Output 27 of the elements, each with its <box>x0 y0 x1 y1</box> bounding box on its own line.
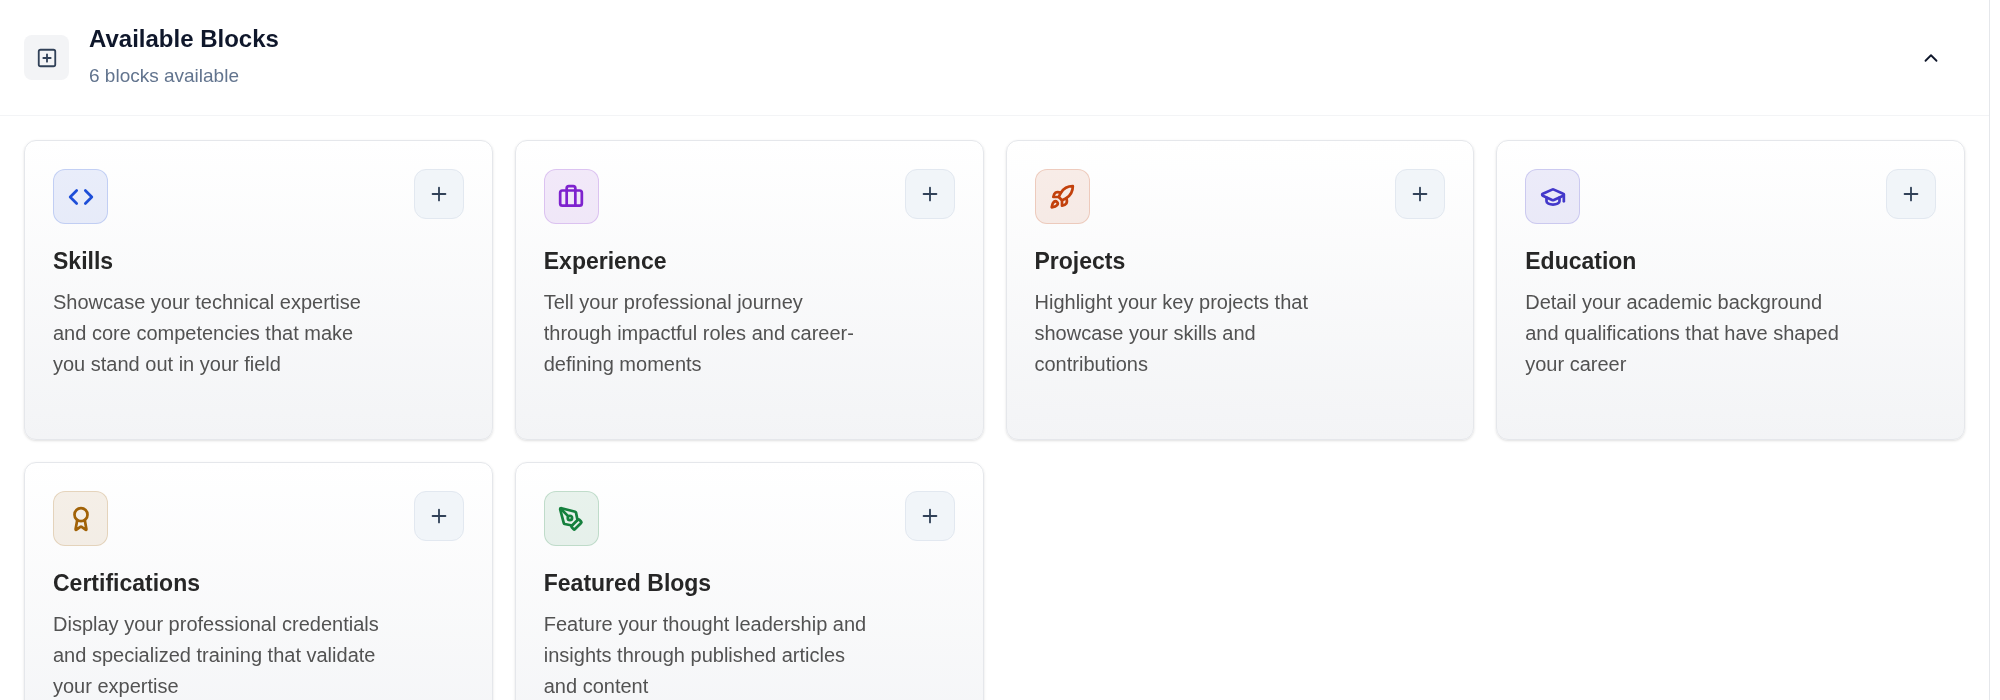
block-card[interactable]: Education Detail your academic background and qualifications that have shaped your career <box>1496 140 1965 440</box>
block-title: Projects <box>1034 247 1127 276</box>
block-title: Experience <box>543 247 668 276</box>
block-title: Certifications <box>53 569 201 598</box>
block-description: Tell your professional journey through impactful roles and career-defining moments <box>543 289 855 377</box>
block-count: 6 blocks available <box>89 64 240 89</box>
add-button[interactable] <box>413 169 464 219</box>
block-title: Featured Blogs <box>543 569 713 598</box>
block-card[interactable]: Featured Blogs Feature your thought leadership and insights through published articles and content <box>514 462 984 700</box>
add-button[interactable] <box>1886 169 1936 219</box>
block-description: Highlight your key projects that showcase your skills and contributions <box>1034 289 1309 377</box>
block-card[interactable]: Skills Showcase your technical expertise and core competencies that make you stand out in your field <box>24 140 493 440</box>
square-plus-icon <box>35 46 58 69</box>
block-description: Display your professional credentials and specialized training that validate your expertise <box>53 611 380 699</box>
add-button[interactable] <box>904 491 955 541</box>
block-card[interactable]: Experience Tell your professional journey through impactful roles and career-defining moments <box>514 140 984 440</box>
add-button[interactable] <box>904 169 955 219</box>
add-button[interactable] <box>1395 169 1446 219</box>
block-card[interactable]: Projects Highlight your key projects that showcase your skills and contributions <box>1005 140 1475 440</box>
block-card[interactable]: Certifications Display your professional credentials and specialized training that validate your expertise <box>24 462 493 700</box>
block-title: Skills <box>53 247 115 276</box>
add-button[interactable] <box>413 491 464 541</box>
block-title: Education <box>1525 247 1638 276</box>
block-description: Detail your academic background and qualifications that have shaped your career <box>1525 289 1840 377</box>
section-title: Available Blocks <box>89 24 279 55</box>
block-description: Feature your thought leadership and insights through published articles and content <box>543 611 868 699</box>
block-description: Showcase your technical expertise and core competencies that make you stand out in your field <box>53 289 362 377</box>
